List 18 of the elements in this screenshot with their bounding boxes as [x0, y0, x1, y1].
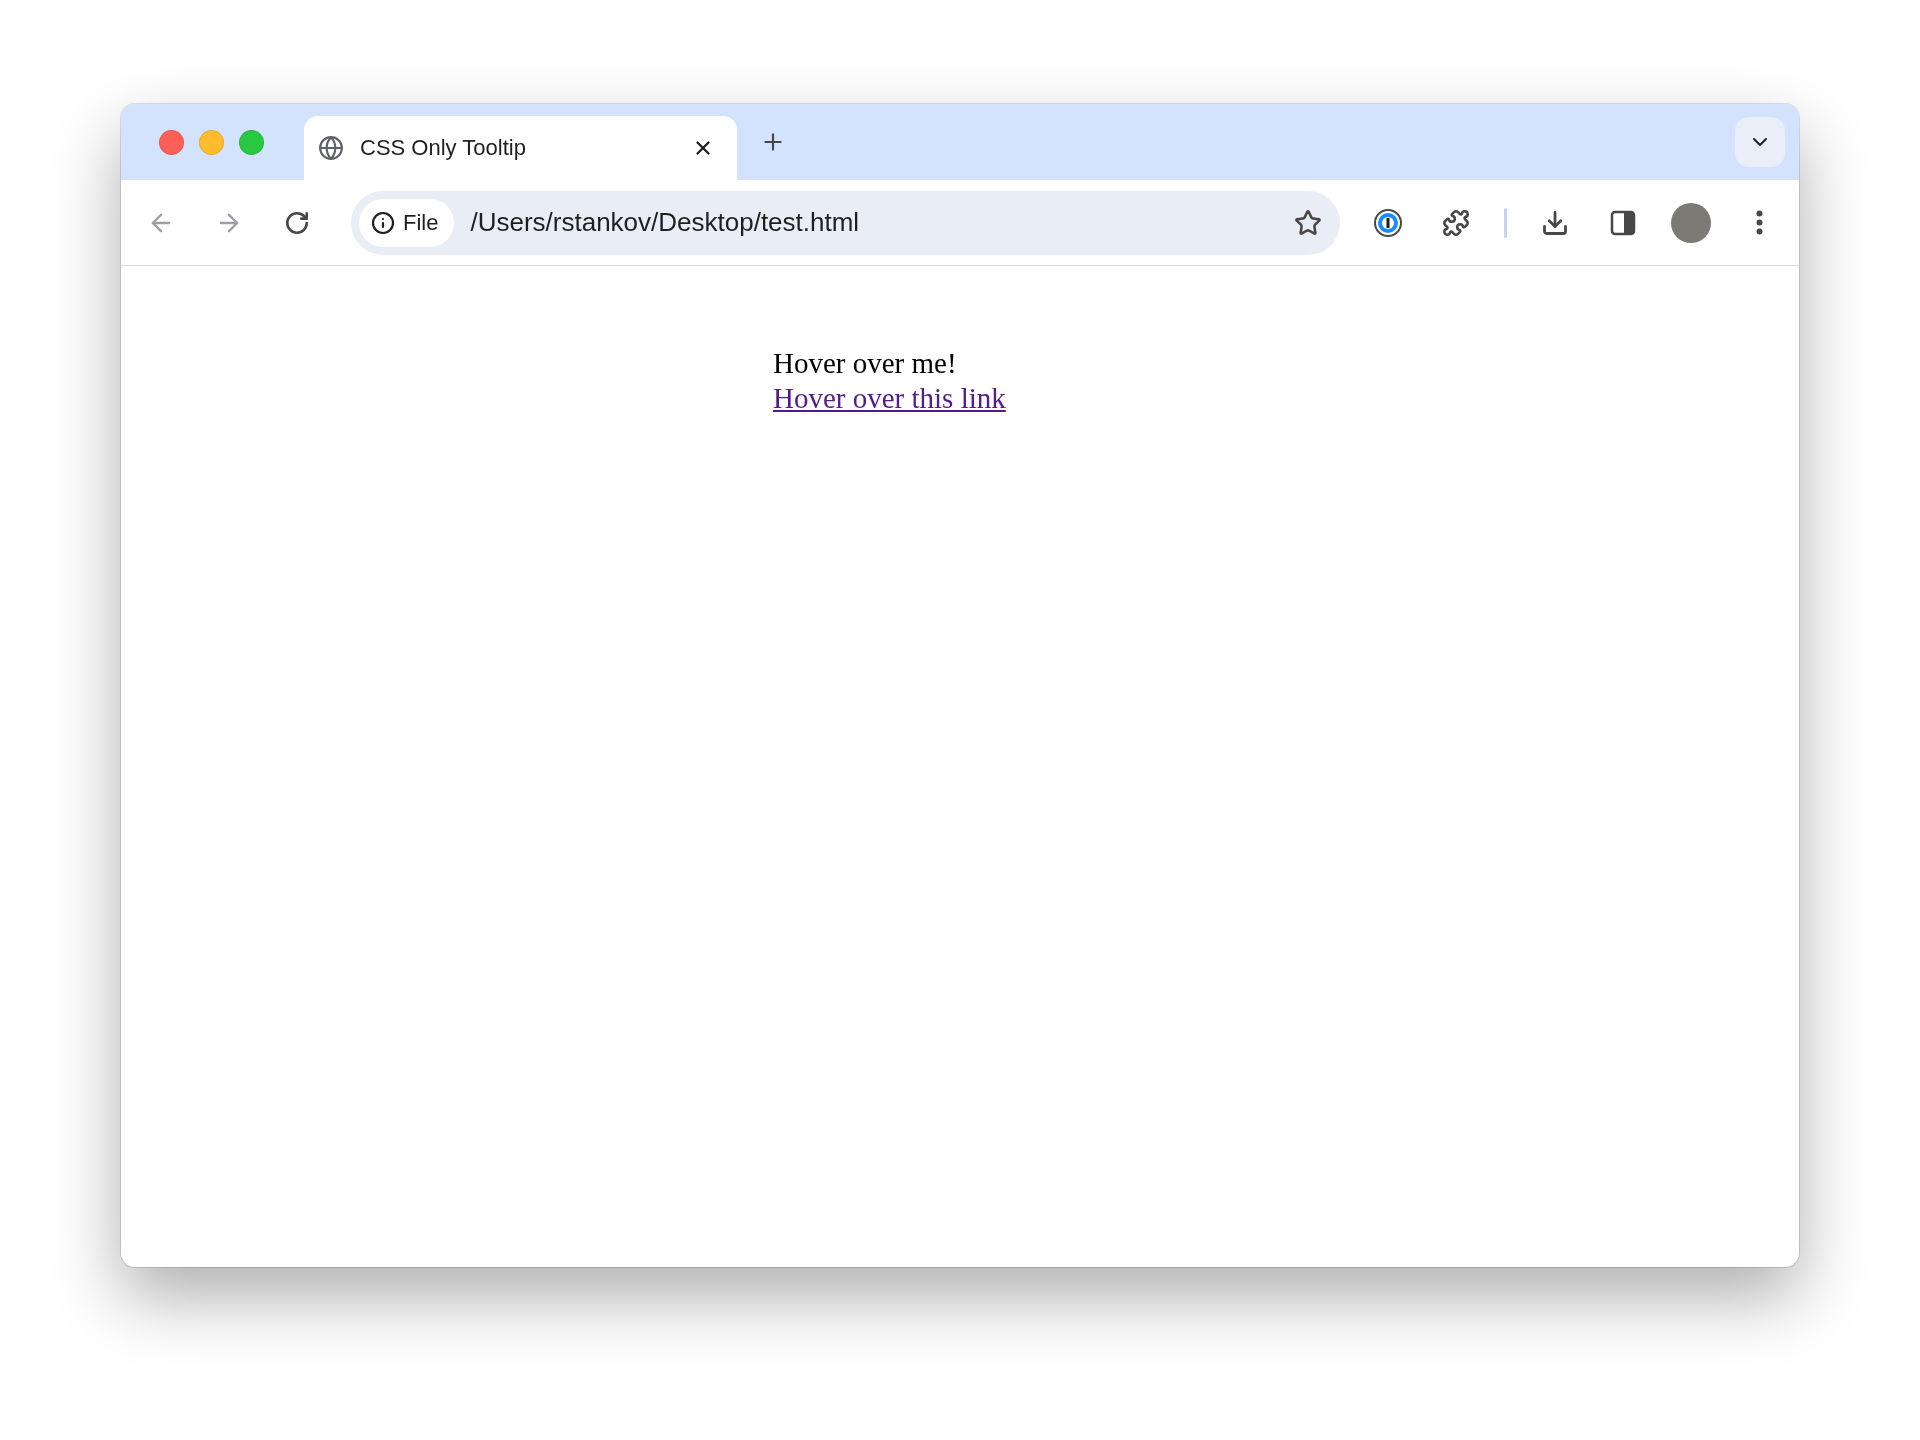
puzzle-icon [1442, 208, 1470, 237]
star-icon [1294, 208, 1322, 237]
reload-icon [284, 209, 310, 236]
globe-icon [318, 135, 344, 161]
more-vertical-icon [1755, 210, 1763, 235]
site-info-button[interactable]: File [359, 198, 455, 247]
side-panel-icon [1609, 208, 1637, 237]
hover-text: Hover over me! [773, 346, 957, 381]
hover-link[interactable]: Hover over this link [773, 381, 1006, 416]
tab-title: CSS Only Tooltip [360, 135, 527, 161]
key-ring-icon [1373, 207, 1403, 238]
close-window-button[interactable] [159, 129, 184, 155]
address-bar[interactable]: File /Users/rstankov/Desktop/test.html [351, 190, 1340, 255]
download-icon [1541, 208, 1569, 237]
info-icon [371, 210, 395, 235]
profile-avatar[interactable] [1671, 202, 1711, 243]
browser-tab[interactable]: CSS Only Tooltip [304, 116, 737, 180]
url-text: /Users/rstankov/Desktop/test.html [470, 207, 861, 238]
